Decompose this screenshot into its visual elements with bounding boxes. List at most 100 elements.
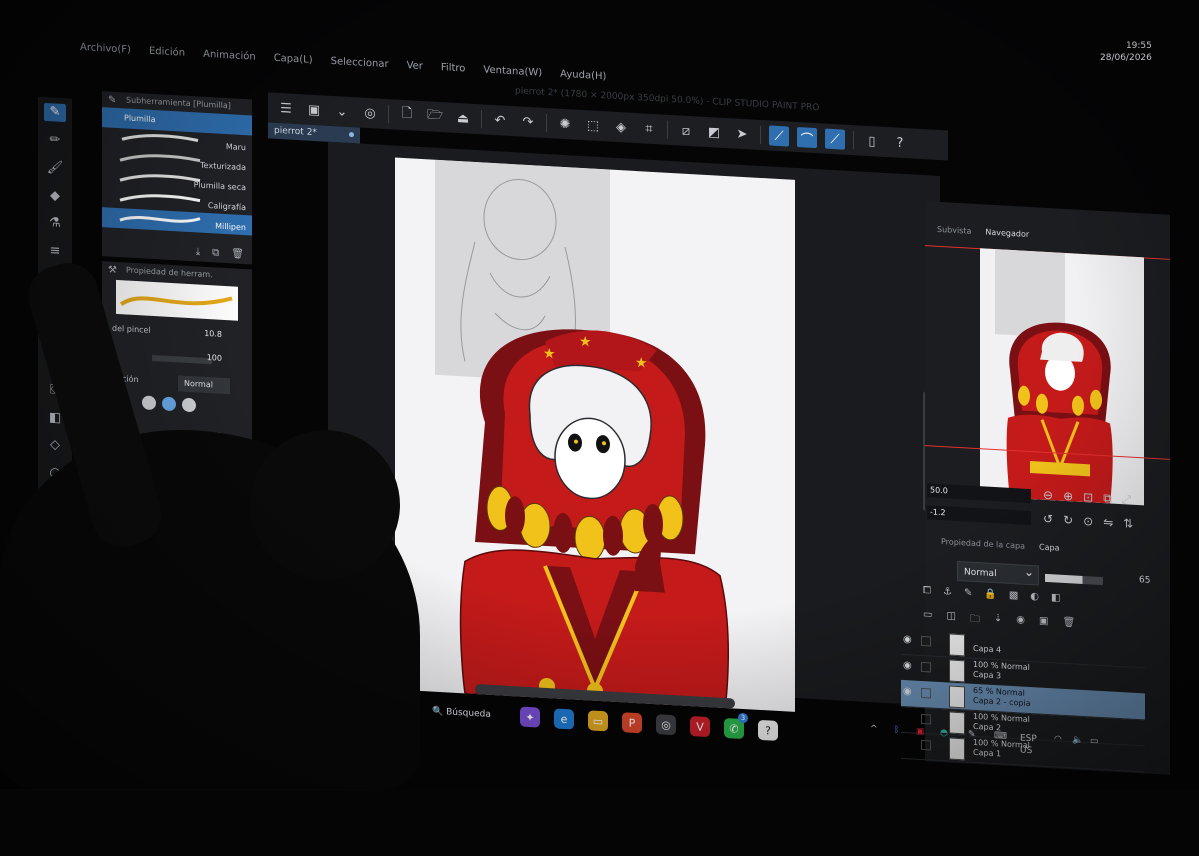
copilot-icon[interactable]: ✦ <box>520 706 540 728</box>
layer-opacity-slider[interactable] <box>1045 573 1103 586</box>
lock-checkbox[interactable] <box>921 661 931 673</box>
tab-subvista[interactable]: Subvista <box>937 225 971 236</box>
tray-app-icon[interactable]: ▣ <box>916 727 925 737</box>
undo-icon[interactable]: ↶ <box>490 110 510 131</box>
zoom-in-icon[interactable]: ⊕ <box>1063 489 1073 505</box>
blend-row[interactable]: nación Normal <box>112 374 242 397</box>
flip-vertical-icon[interactable]: ⇅ <box>1123 516 1133 531</box>
clip-studio-taskbar-icon[interactable]: ◎ <box>656 714 676 736</box>
tip-shape-option[interactable] <box>162 396 176 412</box>
menu-icon[interactable]: ☰ <box>276 98 296 119</box>
navigator-thumbnail[interactable] <box>980 248 1144 506</box>
powerpoint-icon[interactable]: P <box>622 712 642 734</box>
menu-icon[interactable]: ≡ <box>44 242 66 261</box>
edge-tray-icon[interactable]: ◓ <box>940 728 948 738</box>
menu-animacion[interactable]: Animación <box>203 48 256 62</box>
trash-icon[interactable]: 🗑 <box>231 248 244 260</box>
new-file-icon[interactable]: 🗋 <box>397 105 417 126</box>
navigator-rotation-field[interactable]: -1.2 <box>927 505 1031 526</box>
canvas-view-icon[interactable]: ▣ <box>304 99 324 120</box>
rotate-left-icon[interactable]: ↺ <box>1043 512 1053 527</box>
download-icon[interactable]: ⤓ <box>196 246 200 257</box>
stabilizer-2-icon[interactable]: ⌒ <box>797 127 817 149</box>
tip-shape-option[interactable] <box>142 395 156 411</box>
rotate-right-icon[interactable]: ↻ <box>1063 513 1073 528</box>
flip-horizontal-icon[interactable]: ⇋ <box>1103 515 1113 530</box>
lock-alpha-icon[interactable]: ▩ <box>1009 590 1018 602</box>
canvas-paper[interactable]: ★ ★ ★ <box>395 157 795 712</box>
pen-tray-icon[interactable]: ✎ <box>968 730 976 740</box>
tab-layer-property[interactable]: Propiedad de la capa <box>941 537 1025 551</box>
volume-icon[interactable]: 🔈 <box>1072 735 1083 746</box>
zoom-out-icon[interactable]: ⊖ <box>1043 488 1053 504</box>
delete-layer-icon[interactable]: 🗑 <box>1062 617 1075 635</box>
menu-capa[interactable]: Capa(L) <box>274 52 313 65</box>
bluetooth-icon[interactable]: ᛒ <box>894 725 899 735</box>
wifi-icon[interactable]: ◠ <box>1054 734 1062 744</box>
eraser-tool-icon[interactable]: ◆ <box>44 186 66 205</box>
save-icon[interactable]: ⏏ <box>453 108 473 129</box>
color-icon[interactable]: ◧ <box>1051 592 1060 604</box>
fullscreen-icon[interactable]: ⤢ <box>1122 492 1132 508</box>
fit-icon[interactable]: ⊡ <box>1083 490 1093 506</box>
smartphone-icon[interactable]: ▯ <box>862 131 882 152</box>
brush-size-value[interactable]: 10.8 <box>204 329 222 339</box>
loading-icon[interactable]: ✺ <box>555 113 575 134</box>
edge-icon[interactable]: e <box>554 708 574 730</box>
battery-icon[interactable]: ▭ <box>1090 736 1099 746</box>
redo-icon[interactable]: ↷ <box>518 111 538 132</box>
chevron-down-icon[interactable]: ⌄ <box>332 101 352 122</box>
draft-icon[interactable]: ✎ <box>964 587 972 598</box>
new-folder-icon[interactable]: 🗀 <box>970 612 980 630</box>
menu-edicion[interactable]: Edición <box>149 45 185 58</box>
tab-layer[interactable]: Capa <box>1039 543 1059 553</box>
new-vector-layer-icon[interactable]: ◫ <box>946 610 955 628</box>
new-raster-layer-icon[interactable]: ▭ <box>923 609 932 627</box>
help-icon[interactable]: ? <box>890 132 910 153</box>
blend-mode-dropdown[interactable]: Normal <box>178 375 230 395</box>
language-indicator[interactable]: ESP US <box>1020 732 1037 757</box>
opacity-value[interactable]: 100 <box>207 353 222 363</box>
cursor-icon[interactable]: ➤ <box>732 123 752 144</box>
menu-archivo[interactable]: Archivo(F) <box>80 41 131 55</box>
layer-opacity-value[interactable]: 65 <box>1139 575 1150 586</box>
mask-icon[interactable]: ◐ <box>1030 591 1039 602</box>
shape-tool-icon[interactable]: ◇ <box>44 436 66 455</box>
eye-icon[interactable]: ◉ <box>903 686 912 697</box>
ruler-icon[interactable]: ◩ <box>704 122 724 143</box>
add-mask-icon[interactable]: ◉ <box>1016 614 1025 631</box>
duplicate-icon[interactable]: ⧉ <box>212 247 219 258</box>
file-explorer-icon[interactable]: ▭ <box>588 710 608 732</box>
pen-tool-icon[interactable]: ✎ <box>44 102 66 122</box>
clip-icon[interactable]: ⧠ <box>923 585 931 596</box>
clip-studio-icon[interactable]: ◎ <box>360 103 380 124</box>
crop-icon[interactable]: ⌗ <box>639 118 659 139</box>
eye-icon[interactable]: ◉ <box>903 660 912 671</box>
blend-tool-icon[interactable]: ⚗ <box>44 214 66 233</box>
lock-icon[interactable]: 🔒 <box>984 588 996 600</box>
taskbar-search[interactable]: 🔍 Búsqueda <box>432 702 502 726</box>
reference-icon[interactable]: ⚓ <box>943 586 952 598</box>
taskbar-clock[interactable]: 19:55 28/06/2026 <box>1100 40 1152 64</box>
opacity-slider[interactable] <box>152 354 212 365</box>
vivaldi-icon[interactable]: V <box>690 716 710 738</box>
chevron-up-icon[interactable]: ^ <box>870 724 878 734</box>
pencil-tool-icon[interactable]: ✏ <box>44 131 66 150</box>
fit-window-icon[interactable]: ⧉ <box>1103 491 1112 506</box>
opacity-row[interactable]: 100 <box>112 348 242 371</box>
keyboard-icon[interactable]: ⌨ <box>994 731 1007 742</box>
stabilizer-3-icon[interactable]: ⟋ <box>825 128 845 150</box>
open-folder-icon[interactable]: 🗁 <box>425 106 445 127</box>
lock-checkbox[interactable] <box>921 635 931 647</box>
apply-mask-icon[interactable]: ▣ <box>1039 616 1048 634</box>
menu-ver[interactable]: Ver <box>407 60 423 72</box>
stabilizer-1-icon[interactable]: ⟋ <box>769 125 789 147</box>
layer-blend-mode-dropdown[interactable]: Normal <box>957 560 1039 586</box>
menu-ayuda[interactable]: Ayuda(H) <box>560 68 606 82</box>
tip-shape-option[interactable] <box>182 397 196 413</box>
menu-ventana[interactable]: Ventana(W) <box>483 64 542 78</box>
fill-icon[interactable]: ◈ <box>611 117 631 138</box>
tab-navegador[interactable]: Navegador <box>985 228 1029 239</box>
lock-checkbox[interactable] <box>921 687 931 699</box>
tip-shape-selector[interactable] <box>142 395 196 413</box>
